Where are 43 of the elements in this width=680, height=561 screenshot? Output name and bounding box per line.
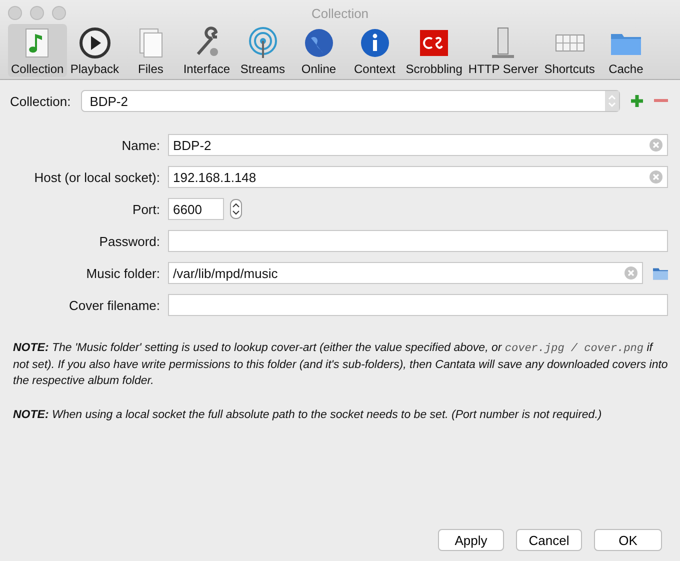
field-label: Music folder:: [85, 266, 160, 280]
stepper-icon: [605, 91, 619, 111]
toolbar-tab[interactable]: Context: [346, 24, 403, 77]
toolbar-tab[interactable]: Files: [122, 24, 179, 77]
toolbar-tab[interactable]: HTTP Server: [465, 24, 542, 77]
folder-icon[interactable]: [652, 266, 668, 280]
cancel-button[interactable]: Cancel: [516, 529, 582, 551]
close-button[interactable]: [8, 6, 22, 20]
play-icon: [78, 26, 112, 60]
field-label: Password:: [98, 234, 160, 248]
ok-button[interactable]: OK: [594, 529, 662, 551]
stepper-icon[interactable]: [230, 199, 242, 219]
toolbar-tab[interactable]: Collection: [8, 24, 67, 77]
remove-icon[interactable]: [654, 99, 668, 103]
port-field[interactable]: 6600: [168, 198, 224, 220]
text-field[interactable]: [168, 230, 668, 252]
toolbar-tab[interactable]: Cache: [598, 24, 654, 77]
collection-label: Collection:: [10, 94, 71, 108]
collection-select[interactable]: BDP-2: [80, 90, 620, 112]
toolbar-tab[interactable]: Online: [290, 24, 347, 77]
note-text: NOTE: When using a local socket the full absolute path to the socket needs to be set. (Port number is not required.): [13, 408, 603, 423]
text-field[interactable]: /var/lib/mpd/music: [168, 262, 643, 284]
clear-icon[interactable]: [649, 138, 663, 152]
toolbar-tab[interactable]: Streams: [234, 24, 291, 77]
add-icon[interactable]: [630, 94, 644, 108]
window-title: Collection: [311, 6, 369, 20]
toolbar-tab[interactable]: Playback: [66, 24, 123, 77]
field-label: Host (or local socket):: [33, 170, 160, 184]
field-label: Port:: [132, 202, 160, 216]
toolbar-tab[interactable]: Interface: [178, 24, 235, 77]
toolbar-tab[interactable]: Shortcuts: [541, 24, 598, 77]
clear-icon[interactable]: [624, 266, 638, 280]
field-label: Name:: [120, 138, 160, 152]
toolbar-tab[interactable]: Scrobbling: [402, 24, 466, 77]
field-label: Cover filename:: [68, 298, 160, 312]
text-field[interactable]: [168, 294, 668, 316]
minimize-button[interactable]: [30, 6, 44, 20]
text-field[interactable]: BDP-2: [168, 134, 668, 156]
zoom-button[interactable]: [52, 6, 66, 20]
apply-button[interactable]: Apply: [438, 529, 504, 551]
text-field[interactable]: 192.168.1.148: [168, 166, 668, 188]
clear-icon[interactable]: [649, 170, 663, 184]
note-text: NOTE: The 'Music folder' setting is used to lookup cover-art (either the value specified above, or cover.jpg / cover.png if not set). If you also have write permissions to this folder (and it's sub-folders), then Cantata will save any downloaded covers into the respective album folder.: [13, 341, 668, 389]
